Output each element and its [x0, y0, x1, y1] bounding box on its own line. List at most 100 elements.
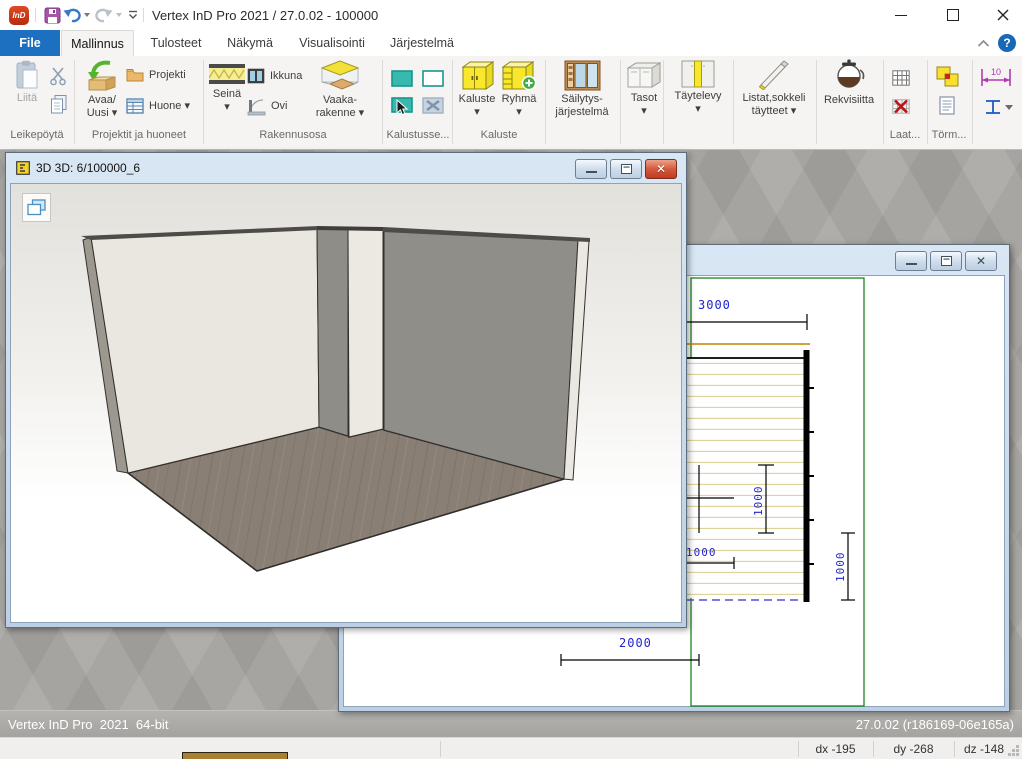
coffee-pot-icon	[831, 58, 867, 92]
viewport-layout-button[interactable]	[22, 193, 51, 222]
collision-check-button[interactable]	[936, 66, 959, 87]
tab-visualisointi[interactable]: Visualisointi	[288, 30, 376, 56]
redo-button[interactable]	[95, 8, 113, 23]
chevron-up-icon	[977, 39, 990, 48]
ribbon: Leikepöytä Projektit ja huoneet Rakennus…	[0, 56, 1022, 150]
viewport-3d-canvas[interactable]	[10, 183, 682, 623]
window-title: Vertex InD Pro 2021 / 27.0.02 - 100000	[152, 0, 378, 30]
dimension-value-label: 10	[991, 67, 1001, 77]
viewport-3d-window[interactable]: 3D 3D: 6/100000_6 ✕	[5, 152, 687, 628]
help-button[interactable]: ?	[998, 34, 1016, 52]
viewport-3d-title: 3D 3D: 6/100000_6	[36, 161, 140, 175]
furnish-area-button[interactable]	[391, 70, 413, 87]
cut-button[interactable]	[49, 66, 69, 86]
tab-file[interactable]: File	[0, 30, 60, 56]
quick-access-customize-button[interactable]	[128, 10, 138, 20]
room-button[interactable]: Huone ▾	[126, 98, 190, 114]
outline-square-icon	[422, 70, 444, 87]
viewport-3d-window-icon	[16, 161, 30, 175]
tile-grid-icon	[892, 70, 910, 86]
cabinet-group-icon	[501, 60, 537, 91]
dimension-icon: 10	[978, 66, 1014, 88]
filler-panel-button[interactable]: Täytelevy ▾	[667, 60, 729, 116]
dimension-style-button[interactable]	[982, 98, 1014, 116]
cabinet-button[interactable]: Kaluste ▾	[456, 60, 498, 119]
wall-button[interactable]: Seinä ▾	[206, 62, 248, 114]
group-divider	[203, 60, 204, 144]
tab-tulosteet[interactable]: Tulosteet	[140, 30, 212, 56]
storage-system-button[interactable]: Säilytys- järjestelmä	[549, 60, 615, 119]
dimension-button[interactable]: 10	[978, 66, 1014, 88]
dimension-style-icon	[982, 98, 1014, 116]
mouldings-button[interactable]: Listat,sokkeli täytteet ▾	[736, 60, 812, 118]
copy-button[interactable]	[49, 94, 69, 114]
open-new-icon	[86, 60, 118, 92]
horizontal-structure-button[interactable]: Vaaka- rakenne ▾	[311, 58, 369, 120]
window-button[interactable]: Ikkuna	[247, 68, 302, 84]
redo-dropdown[interactable]	[116, 13, 122, 17]
coordinate-dz: dz -148	[954, 738, 1014, 759]
coordinate-dy: dy -268	[873, 738, 954, 759]
collision-report-button[interactable]	[938, 96, 956, 115]
group-button[interactable]: Ryhmä ▾	[498, 60, 540, 119]
minimize-button[interactable]	[575, 159, 607, 179]
save-button[interactable]	[44, 7, 61, 24]
dimension-2000-label: 2000	[619, 636, 652, 650]
group-divider	[620, 60, 621, 144]
tab-nakyma[interactable]: Näkymä	[218, 30, 282, 56]
open-new-button[interactable]: Avaa/ Uusi ▾	[81, 60, 123, 120]
storage-system-icon	[564, 60, 601, 91]
status-bar: dx -195 dy -268 dz -148	[0, 737, 1022, 759]
undo-button[interactable]	[63, 8, 81, 23]
resize-grip[interactable]	[1016, 753, 1019, 756]
minimize-button[interactable]	[895, 251, 927, 271]
app-build-right: 27.0.02 (r186169-06e165a)	[856, 717, 1014, 732]
folder-icon	[126, 68, 144, 82]
group-label-projektit: Projektit ja huoneet	[76, 129, 202, 141]
document-icon	[938, 96, 956, 115]
furnish-outline-button[interactable]	[422, 70, 444, 87]
tab-mallinnus[interactable]: Mallinnus	[61, 30, 134, 56]
pick-area-button[interactable]	[391, 97, 413, 116]
close-icon	[997, 9, 1009, 21]
ribbon-tab-bar: File Mallinnus Tulosteet Näkymä Visualis…	[0, 30, 1022, 56]
restore-button[interactable]	[610, 159, 642, 179]
background-window-edge	[182, 752, 288, 759]
tab-jarjestelma[interactable]: Järjestelmä	[382, 30, 462, 56]
project-button[interactable]: Projekti	[126, 68, 186, 82]
remove-area-button[interactable]	[422, 97, 444, 114]
group-divider	[545, 60, 546, 144]
cascade-windows-icon	[27, 199, 46, 216]
application-window: InD	[0, 0, 1022, 759]
group-label-torm: Törm...	[928, 129, 970, 141]
tiling-button[interactable]	[892, 70, 910, 86]
minimize-button[interactable]	[880, 0, 922, 30]
filled-square-icon	[391, 70, 413, 87]
remove-tiling-button[interactable]	[892, 98, 910, 115]
collapse-ribbon-button[interactable]	[977, 39, 990, 48]
redo-icon	[95, 8, 113, 23]
corner-wall-end	[317, 228, 348, 436]
help-glyph: ?	[1003, 36, 1010, 50]
close-button[interactable]	[982, 0, 1022, 30]
group-label-laat: Laat...	[884, 129, 926, 141]
group-divider	[382, 60, 383, 144]
close-icon: ✕	[656, 163, 666, 175]
door-button[interactable]: Ovi	[247, 97, 288, 116]
maximize-icon	[947, 9, 959, 21]
maximize-button[interactable]	[932, 0, 974, 30]
group-label-kaluste: Kaluste	[454, 129, 544, 141]
drawing-2d-window-buttons: ✕	[895, 251, 997, 271]
undo-dropdown[interactable]	[84, 13, 90, 17]
restore-button[interactable]	[930, 251, 962, 271]
minimize-icon	[586, 171, 597, 173]
close-button[interactable]: ✕	[645, 159, 677, 179]
customize-icon	[128, 10, 138, 20]
status-divider	[440, 741, 441, 757]
close-button[interactable]: ✕	[965, 251, 997, 271]
disabled-square-x-icon	[422, 97, 444, 114]
props-button[interactable]: Rekvisiitta	[818, 58, 880, 107]
worktops-button[interactable]: Tasot ▾	[625, 60, 663, 118]
paste-button[interactable]: Liitä	[6, 60, 48, 105]
restore-icon	[941, 256, 952, 266]
